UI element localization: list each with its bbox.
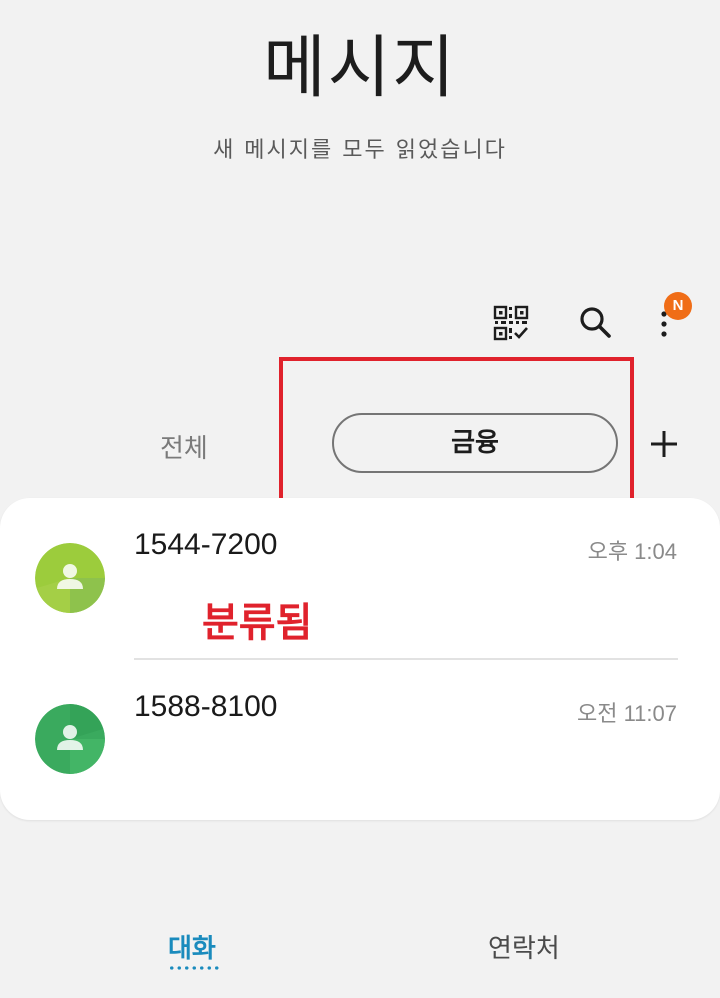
contact-avatar-icon[interactable] (35, 704, 105, 774)
conversation-time: 오전 11:07 (576, 701, 677, 726)
contact-avatar-icon[interactable] (35, 543, 105, 613)
conversation-time: 오후 1:04 (587, 539, 677, 564)
conversation-sender[interactable]: 1588-8100 (134, 690, 277, 724)
conversation-sender[interactable]: 1544-7200 (134, 528, 277, 562)
highlight-annotation-box (279, 357, 634, 510)
nav-conversations[interactable]: 대화 (168, 928, 216, 965)
page-subtitle: 새 메시지를 모두 읽었습니다 (213, 138, 507, 163)
notification-badge: N (664, 292, 692, 320)
list-divider (134, 658, 678, 660)
qr-code-icon[interactable] (492, 304, 530, 342)
active-indicator (168, 966, 220, 970)
message-preview (130, 562, 598, 642)
plus-icon[interactable] (648, 428, 680, 460)
nav-contacts[interactable]: 연락처 (488, 928, 560, 965)
page-title: 메시지 (263, 29, 457, 108)
classified-annotation: 분류됨 (202, 600, 313, 646)
message-preview (126, 722, 560, 812)
tab-all[interactable]: 전체 (160, 428, 208, 465)
search-icon[interactable] (577, 304, 613, 340)
